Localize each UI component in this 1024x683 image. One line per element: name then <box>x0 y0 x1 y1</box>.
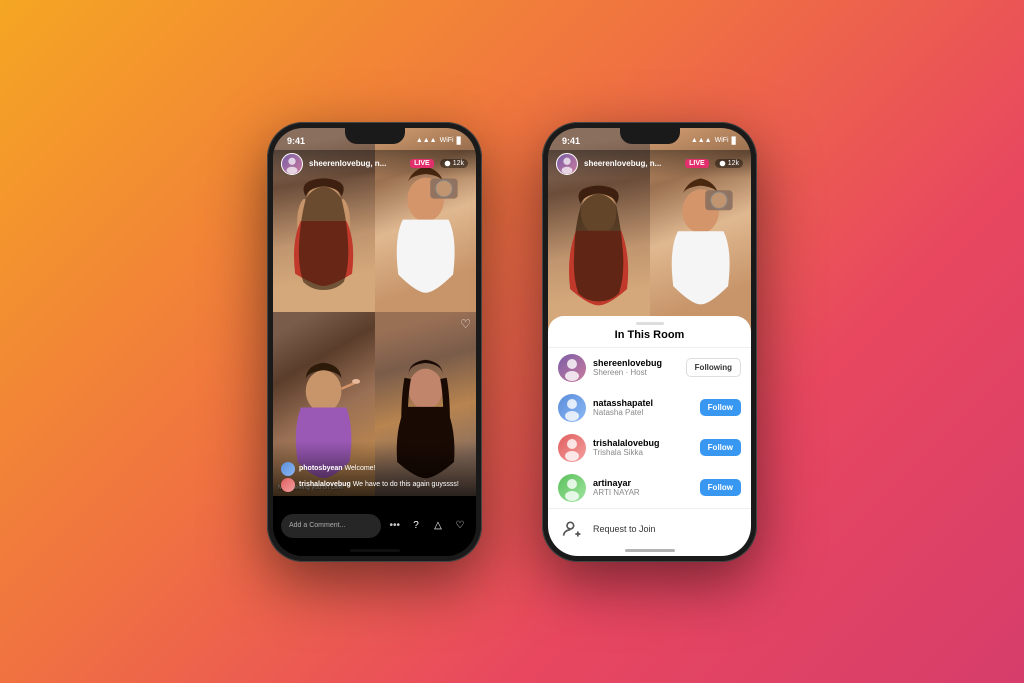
wifi-icon: WiFi <box>440 137 454 144</box>
room-avatar-4 <box>558 474 586 502</box>
room-item-1: shereenlovebug Shereen · Host Following <box>548 348 751 388</box>
live-badge-2: LIVE <box>685 159 709 168</box>
room-info-3: trishalalovebug Trishala Sikka <box>593 438 693 457</box>
signal-icon: ▲▲▲ <box>416 137 437 144</box>
phone-1: 9:41 ▲▲▲ WiFi ▊ sheerenlovebug, n... LIV… <box>267 122 482 562</box>
live-header-2: sheerenlovebug, n... LIVE 12k <box>548 150 751 178</box>
comment-2: trishalalovebug We have to do this again… <box>281 478 468 492</box>
follow-button-4[interactable]: Follow <box>700 479 741 496</box>
status-icons-1: ▲▲▲ WiFi ▊ <box>416 137 462 145</box>
room-username-3: trishalalovebug <box>593 438 693 448</box>
room-avatar-2 <box>558 394 586 422</box>
sheet-handle <box>636 322 664 325</box>
request-join-row[interactable]: Request to Join <box>548 509 751 549</box>
phone-2-screen: 9:41 ▲▲▲ WiFi ▊ sheerenlovebug, n... LIV… <box>548 128 751 556</box>
comment-1: photosbyean Welcome! <box>281 462 468 476</box>
bottom-bar-1[interactable]: Add a Comment... ••• ? △ ♡ <box>273 496 476 556</box>
viewers-badge-1: 12k <box>440 159 468 168</box>
comment-placeholder: Add a Comment... <box>289 522 345 529</box>
viewers-badge-2: 12k <box>715 159 743 168</box>
room-item-4: artinayar ARTI NAYAR Follow <box>548 468 751 508</box>
room-username-1: shereenlovebug <box>593 358 679 368</box>
room-subname-2: Natasha Patel <box>593 408 693 417</box>
commenter-avatar-2 <box>281 478 295 492</box>
notch <box>345 128 405 144</box>
comment-input-field[interactable]: Add a Comment... <box>281 514 381 538</box>
room-subname-4: ARTI NAYAR <box>593 488 693 497</box>
heart-icon[interactable]: ♡ <box>452 518 468 534</box>
live-header-1: sheerenlovebug, n... LIVE 12k <box>273 150 476 178</box>
question-icon[interactable]: ? <box>408 518 424 534</box>
room-item-2: natasshapatel Natasha Patel Follow <box>548 388 751 428</box>
commenter-avatar-1 <box>281 462 295 476</box>
heart-icon-cell: ♡ <box>460 317 471 331</box>
wifi-icon-2: WiFi <box>715 137 729 144</box>
room-avatar-3 <box>558 434 586 462</box>
host-avatar-2 <box>556 153 578 175</box>
room-subname-3: Trishala Sikka <box>593 448 693 457</box>
room-info-4: artinayar ARTI NAYAR <box>593 478 693 497</box>
status-time-1: 9:41 <box>287 136 305 146</box>
home-indicator-2 <box>625 549 675 552</box>
phone-1-screen: 9:41 ▲▲▲ WiFi ▊ sheerenlovebug, n... LIV… <box>273 128 476 556</box>
send-icon[interactable]: △ <box>430 518 446 534</box>
comment-text-1: photosbyean Welcome! <box>299 465 376 472</box>
viewers-count-2: 12k <box>728 160 739 167</box>
battery-icon-2: ▊ <box>732 137 737 145</box>
room-info-1: shereenlovebug Shereen · Host <box>593 358 679 377</box>
comment-text-2: trishalalovebug We have to do this again… <box>299 481 459 488</box>
room-item-3: trishalalovebug Trishala Sikka Follow <box>548 428 751 468</box>
battery-icon: ▊ <box>457 137 462 145</box>
follow-button-3[interactable]: Follow <box>700 439 741 456</box>
comments-area-1: photosbyean Welcome! trishalalovebug We … <box>273 441 476 496</box>
username-1: sheerenlovebug, n... <box>309 159 404 168</box>
request-join-icon <box>558 515 586 543</box>
status-time-2: 9:41 <box>562 136 580 146</box>
room-username-2: natasshapatel <box>593 398 693 408</box>
room-user-list: shereenlovebug Shereen · Host Following … <box>548 348 751 556</box>
room-avatar-1 <box>558 354 586 382</box>
live-badge-1: LIVE <box>410 159 434 168</box>
room-username-4: artinayar <box>593 478 693 488</box>
person-silhouette-1 <box>283 155 364 311</box>
phone-2: 9:41 ▲▲▲ WiFi ▊ sheerenlovebug, n... LIV… <box>542 122 757 562</box>
following-button-1[interactable]: Following <box>686 358 741 377</box>
status-bar-2: 9:41 ▲▲▲ WiFi ▊ <box>548 128 751 150</box>
in-this-room-sheet: In This Room shereenlovebug Shereen · Ho… <box>548 316 751 556</box>
status-icons-2: ▲▲▲ WiFi ▊ <box>691 137 737 145</box>
host-avatar-1 <box>281 153 303 175</box>
room-info-2: natasshapatel Natasha Patel <box>593 398 693 417</box>
viewers-count-1: 12k <box>453 160 464 167</box>
more-options-button[interactable]: ••• <box>387 518 402 533</box>
sheet-title: In This Room <box>548 329 751 347</box>
follow-button-2[interactable]: Follow <box>700 399 741 416</box>
username-2: sheerenlovebug, n... <box>584 159 679 168</box>
signal-icon-2: ▲▲▲ <box>691 137 712 144</box>
room-subname-1: Shereen · Host <box>593 368 679 377</box>
request-join-text: Request to Join <box>593 524 656 534</box>
phone2-content: 9:41 ▲▲▲ WiFi ▊ sheerenlovebug, n... LIV… <box>548 128 751 556</box>
